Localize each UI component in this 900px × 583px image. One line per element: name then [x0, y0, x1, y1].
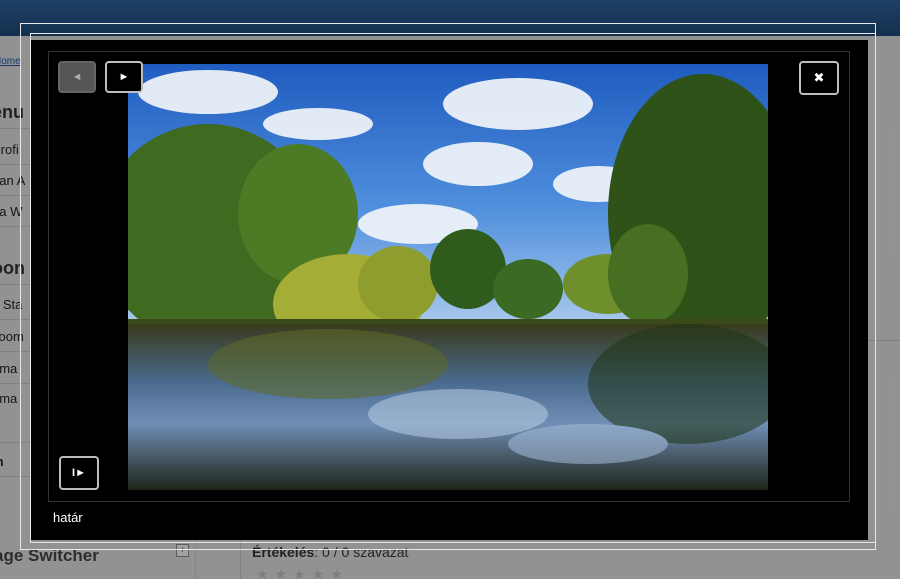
lightbox-image[interactable]	[128, 64, 768, 490]
previous-button[interactable]: ◄	[58, 61, 96, 93]
triangle-right-icon: ►	[118, 71, 130, 83]
triangle-left-icon: ◄	[71, 71, 83, 83]
close-icon: ✖	[813, 70, 825, 85]
image-caption: határ	[53, 510, 83, 525]
play-slideshow-icon: I►	[72, 467, 86, 479]
slideshow-play-button[interactable]: I►	[59, 456, 99, 490]
park-pond-photo	[128, 64, 768, 490]
close-button[interactable]: ✖	[799, 61, 839, 95]
next-button[interactable]: ►	[105, 61, 143, 93]
